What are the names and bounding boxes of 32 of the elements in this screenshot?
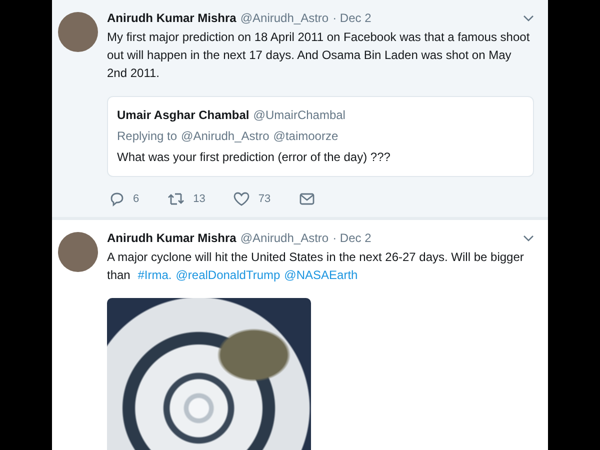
author-name[interactable]: Anirudh Kumar Mishra <box>107 230 236 247</box>
tweet-text: A major cyclone will hit the United States in the next 26-27 days. Will be bigger than #Irma. @realDonaldTrump @NASAEarth <box>107 249 525 284</box>
tweet-time[interactable]: · Dec 2 <box>332 10 372 27</box>
tweet-time[interactable]: · Dec 2 <box>332 230 372 247</box>
like-count: 73 <box>258 193 271 205</box>
mention-link[interactable]: @Anirudh_Astro <box>181 128 270 145</box>
envelope-icon[interactable] <box>298 192 315 206</box>
mention-link[interactable]: @NASAEarth <box>284 268 358 282</box>
tweet-card[interactable]: Anirudh Kumar Mishra @Anirudh_Astro · Dec 2 A major cyclone will hit the United States in the next 26-27 days. Will be bigger than #Irma. @realDonaldTrump @NASAEarth <box>52 220 548 450</box>
author-handle: @Anirudh_Astro <box>240 230 329 247</box>
retweet-icon[interactable] <box>167 191 186 207</box>
quoted-text: What was your first prediction (error of the day) ??? <box>117 149 392 166</box>
quoted-tweet-card[interactable]: Umair Asghar Chambal @UmairChambal Replying to @Anirudh_Astro @taimoorze What was your first prediction (error of the day) ??? <box>107 96 534 177</box>
tweet-text: My first major prediction on 18 April 2011 on Facebook was that a famous shoot out will happen in the next 17 days. And Osama Bin Laden was shot on May 2nd 2011. <box>107 29 531 82</box>
chevron-down-icon[interactable] <box>523 235 534 242</box>
author-handle: @UmairChambal <box>253 107 346 124</box>
avatar[interactable] <box>58 232 98 272</box>
chevron-down-icon[interactable] <box>523 15 534 22</box>
reply-count: 6 <box>133 193 140 205</box>
author-name: Umair Asghar Chambal <box>117 107 250 124</box>
avatar[interactable] <box>58 12 98 52</box>
mention-link[interactable]: @taimoorze <box>273 128 338 145</box>
author-handle: @Anirudh_Astro <box>240 10 329 27</box>
heart-icon[interactable] <box>233 191 250 207</box>
photo-placeholder[interactable] <box>107 298 311 450</box>
mention-link[interactable]: @realDonaldTrump <box>176 268 280 282</box>
retweet-count: 13 <box>193 193 206 205</box>
replying-label: Replying to <box>117 128 178 145</box>
author-name[interactable]: Anirudh Kumar Mishra <box>107 10 236 27</box>
hashtag-link[interactable]: #Irma. <box>138 268 172 282</box>
tweet-card[interactable] <box>52 0 548 217</box>
reply-icon[interactable] <box>109 191 125 207</box>
